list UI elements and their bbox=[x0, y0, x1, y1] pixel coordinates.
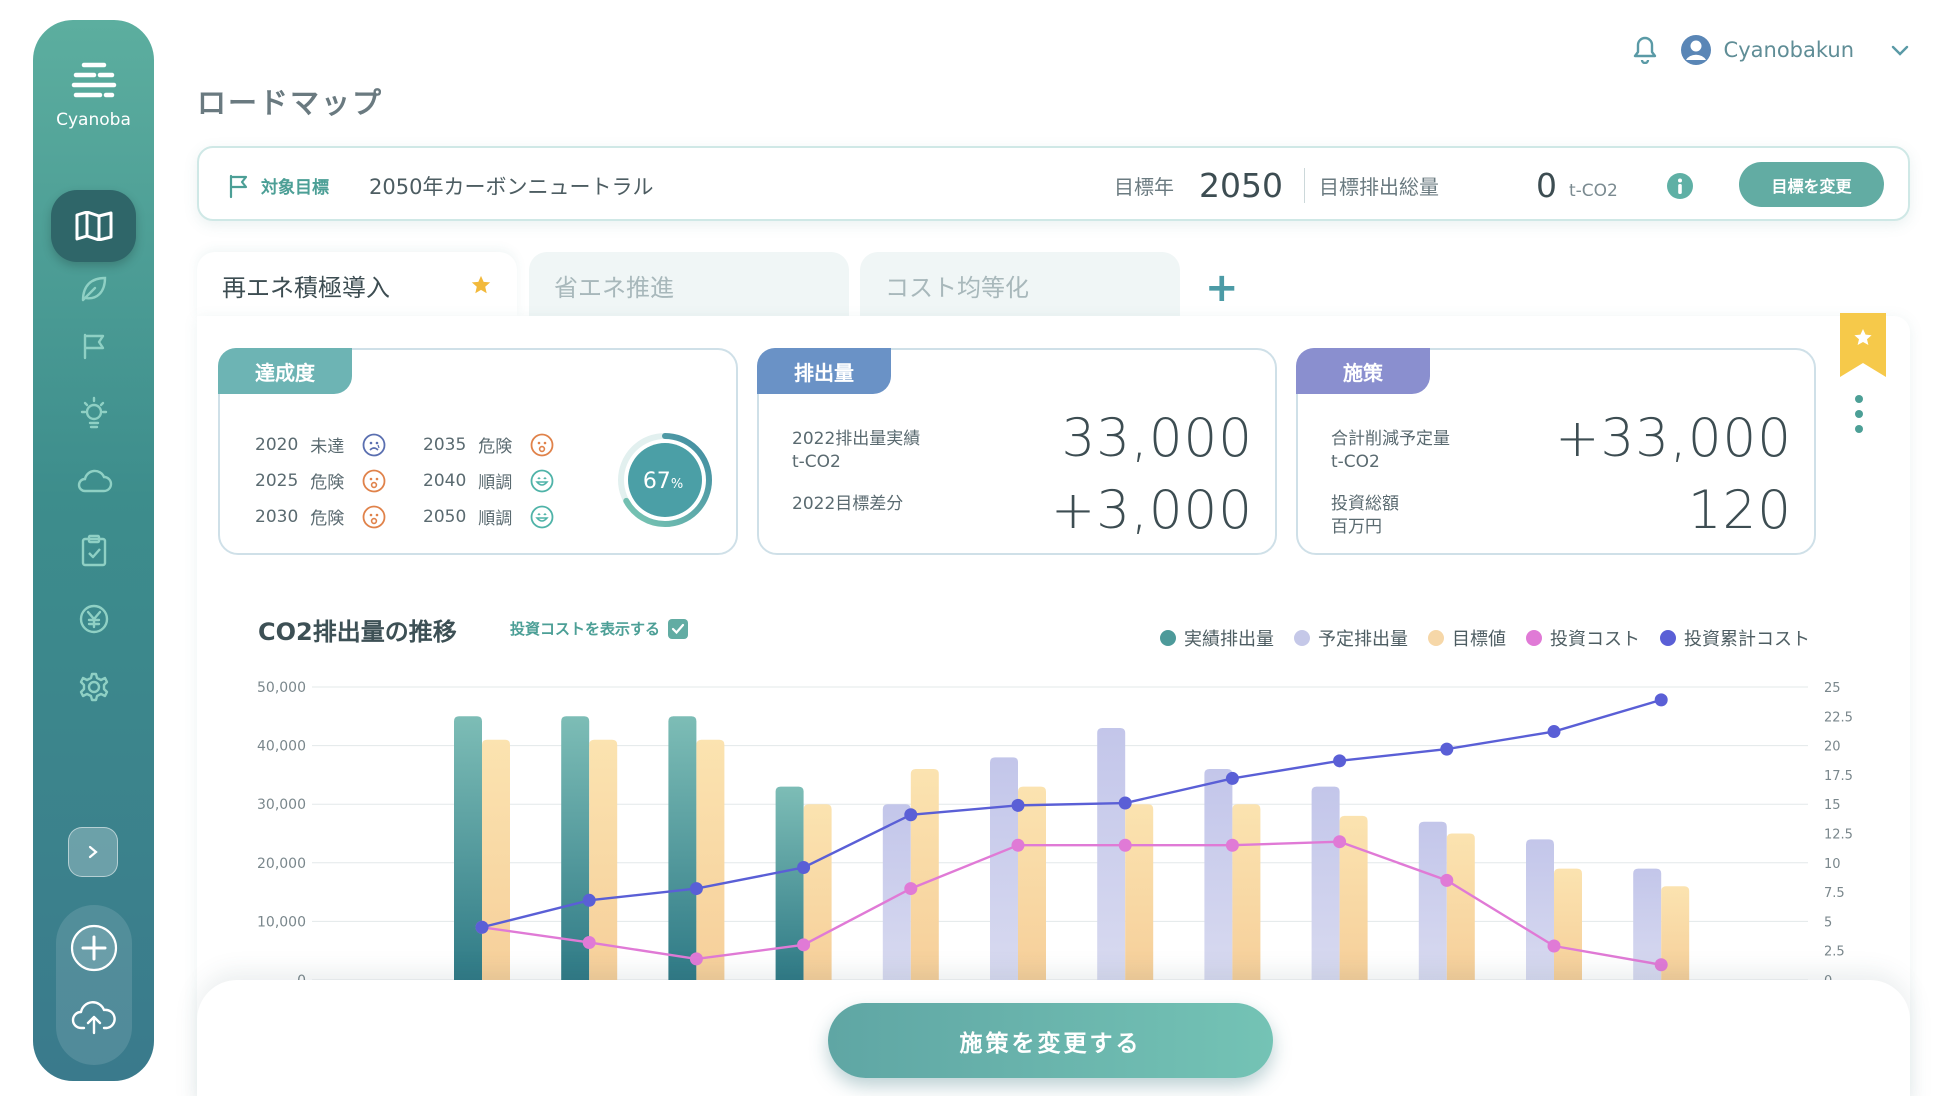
bar-actual bbox=[454, 716, 482, 980]
line-point bbox=[1225, 771, 1239, 785]
y-right-tick-label: 25 bbox=[1824, 681, 1841, 696]
line-point bbox=[1011, 838, 1025, 852]
y-left-tick-label: 30,000 bbox=[257, 797, 306, 813]
y-left-tick-label: 10,000 bbox=[257, 914, 306, 930]
line-point bbox=[689, 882, 703, 896]
line-point bbox=[797, 860, 811, 874]
line-point bbox=[904, 808, 918, 822]
line-point bbox=[1654, 693, 1668, 707]
line-point bbox=[1011, 798, 1025, 812]
bar-target bbox=[1125, 804, 1154, 980]
y-right-tick-label: 2.5 bbox=[1824, 945, 1845, 960]
bar-target bbox=[1446, 833, 1475, 980]
change-measures-button[interactable]: 施策を変更する bbox=[828, 1003, 1273, 1078]
line-point bbox=[1547, 725, 1561, 739]
bar-planned bbox=[1204, 769, 1233, 980]
y-left-tick-label: 50,000 bbox=[257, 680, 306, 696]
bar-target bbox=[803, 804, 832, 980]
line-point bbox=[1440, 873, 1454, 887]
bar-target bbox=[482, 739, 510, 980]
bar-target bbox=[696, 739, 725, 980]
line-cumulative-cost bbox=[481, 698, 1662, 929]
line-point bbox=[582, 935, 596, 949]
line-point bbox=[1225, 838, 1239, 852]
bar-actual bbox=[775, 786, 804, 980]
bar-planned bbox=[1418, 821, 1447, 980]
line-point bbox=[475, 920, 489, 934]
bar-target bbox=[1232, 804, 1261, 980]
line-point bbox=[1118, 838, 1132, 852]
line-point bbox=[1654, 958, 1668, 972]
line-point bbox=[689, 952, 703, 966]
bar-planned bbox=[1311, 786, 1340, 980]
y-left-tick-label: 40,000 bbox=[257, 739, 306, 755]
y-right-tick-label: 12.5 bbox=[1824, 828, 1853, 843]
y-right-tick-label: 20 bbox=[1824, 740, 1841, 755]
bar-actual bbox=[668, 716, 697, 980]
line-point bbox=[1547, 939, 1561, 953]
y-right-tick-label: 22.5 bbox=[1824, 710, 1853, 725]
y-right-tick-label: 5 bbox=[1824, 915, 1832, 930]
bar-target bbox=[1554, 868, 1582, 980]
line-point bbox=[582, 893, 596, 907]
bar-target bbox=[910, 769, 939, 980]
line-point bbox=[1440, 742, 1454, 756]
line-point bbox=[904, 882, 918, 896]
bar-planned bbox=[1097, 728, 1126, 980]
y-left-tick-label: 20,000 bbox=[257, 856, 306, 872]
bar-planned bbox=[1526, 839, 1554, 980]
y-right-tick-label: 15 bbox=[1824, 798, 1841, 813]
y-right-tick-label: 7.5 bbox=[1824, 886, 1845, 901]
bar-planned bbox=[990, 757, 1018, 980]
line-point bbox=[1333, 835, 1347, 849]
bar-target bbox=[1018, 786, 1046, 980]
line-investment-cost bbox=[481, 840, 1662, 966]
line-point bbox=[1333, 754, 1347, 768]
line-point bbox=[797, 938, 811, 952]
y-right-tick-label: 17.5 bbox=[1824, 769, 1853, 784]
y-right-tick-label: 10 bbox=[1824, 857, 1841, 872]
line-point bbox=[1118, 796, 1132, 810]
co2-chart: 010,00020,00030,00040,00050,00002.557.51… bbox=[257, 680, 1853, 989]
